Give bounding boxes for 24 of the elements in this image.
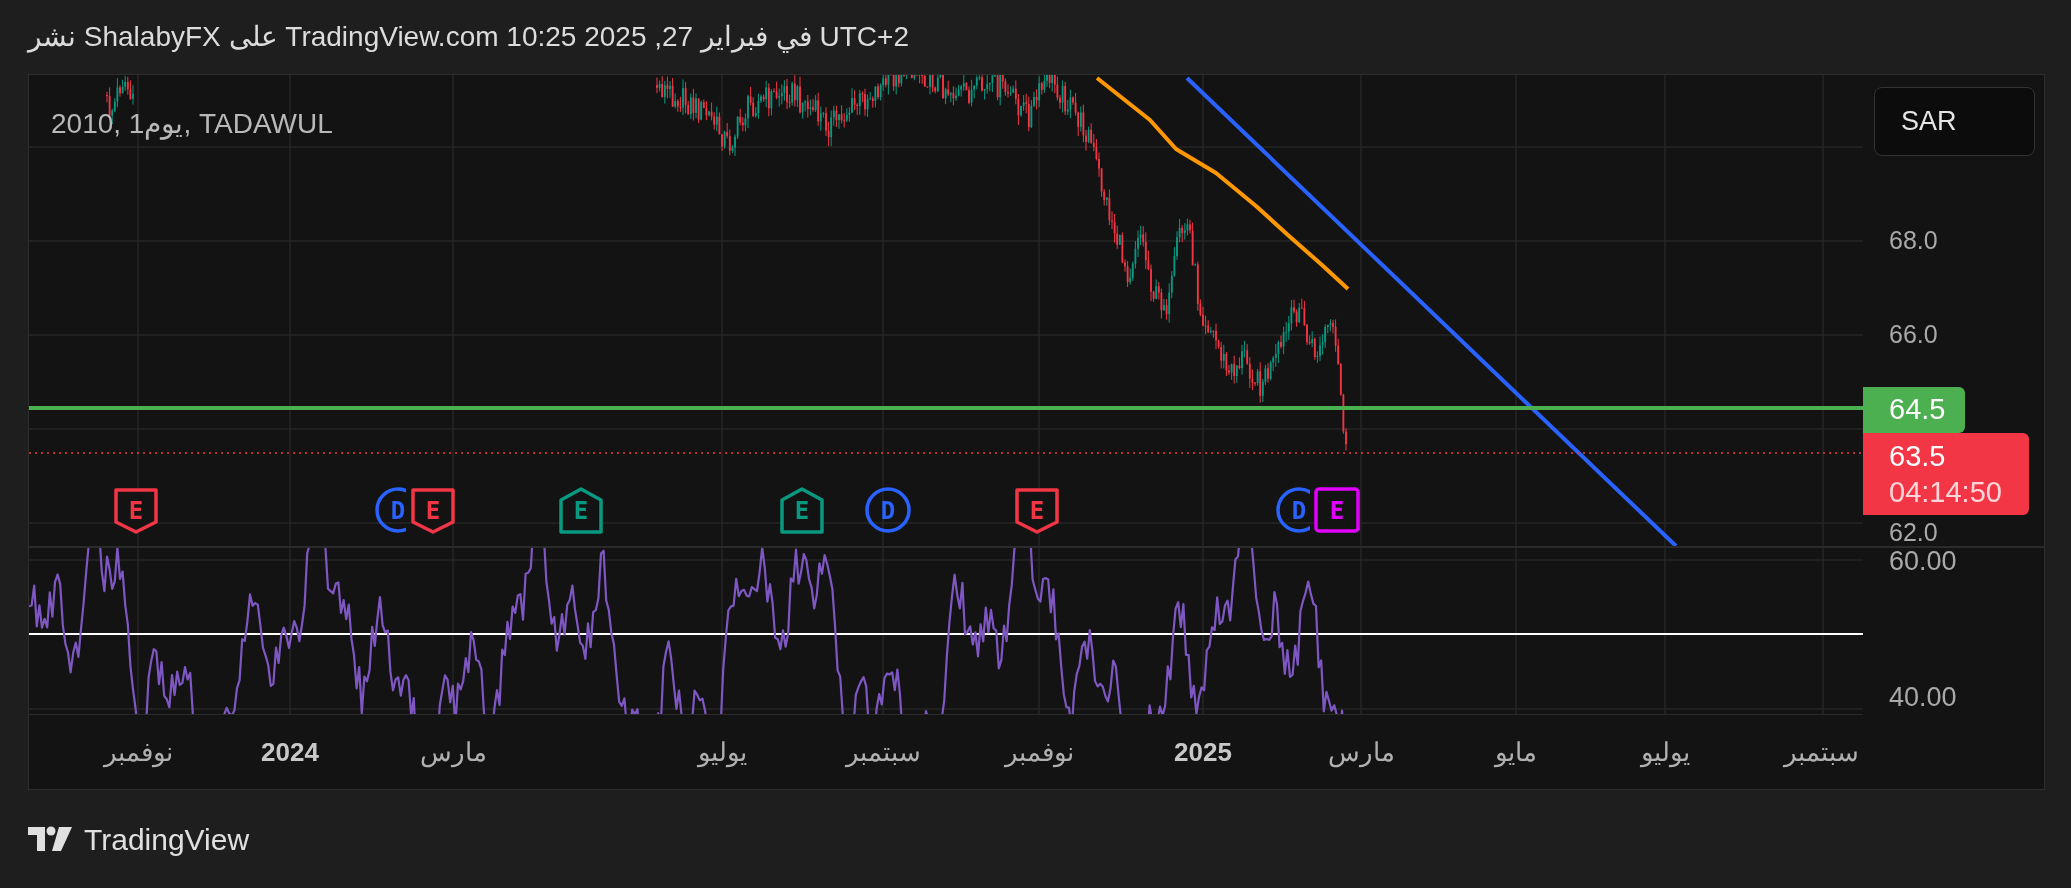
price-axis-label: 62.0	[1889, 520, 1938, 545]
dividend-badge[interactable]: D	[1275, 486, 1310, 536]
earnings-badge[interactable]: E	[557, 486, 605, 536]
price-axis-label: 68.0	[1889, 228, 1938, 253]
earnings-badge[interactable]: E	[409, 486, 457, 536]
earnings-badge[interactable]: E	[1313, 486, 1361, 536]
earnings-badge[interactable]: E	[1013, 486, 1061, 536]
earnings-badge[interactable]: E	[112, 486, 160, 536]
brand-name: TradingView	[84, 821, 250, 858]
time-axis-label: 2025	[1174, 738, 1232, 765]
dividend-badge[interactable]: D	[374, 486, 406, 536]
currency-button[interactable]: SAR	[1874, 87, 2035, 156]
price-tag: 64.5	[1863, 387, 1965, 433]
time-axis-label: 2024	[261, 738, 319, 765]
symbol-label: 2010, 1يوم, TADAWUL	[51, 107, 333, 142]
logo-icon	[28, 825, 72, 853]
last-price: 63.5	[1889, 438, 1947, 474]
publish-note: نشر ShalabyFX على TradingView.com في فبراير 27, 2025 10:25 UTC+2	[28, 20, 909, 55]
rsi-axis-label: 40.00	[1889, 683, 1957, 711]
rsi-axis-label: 60.00	[1889, 547, 1957, 575]
dividend-badge[interactable]: D	[864, 486, 912, 536]
bar-countdown: 04:14:50	[1889, 475, 2003, 510]
earnings-badge[interactable]: E	[778, 486, 826, 536]
price-axis-label: 66.0	[1889, 322, 1938, 347]
